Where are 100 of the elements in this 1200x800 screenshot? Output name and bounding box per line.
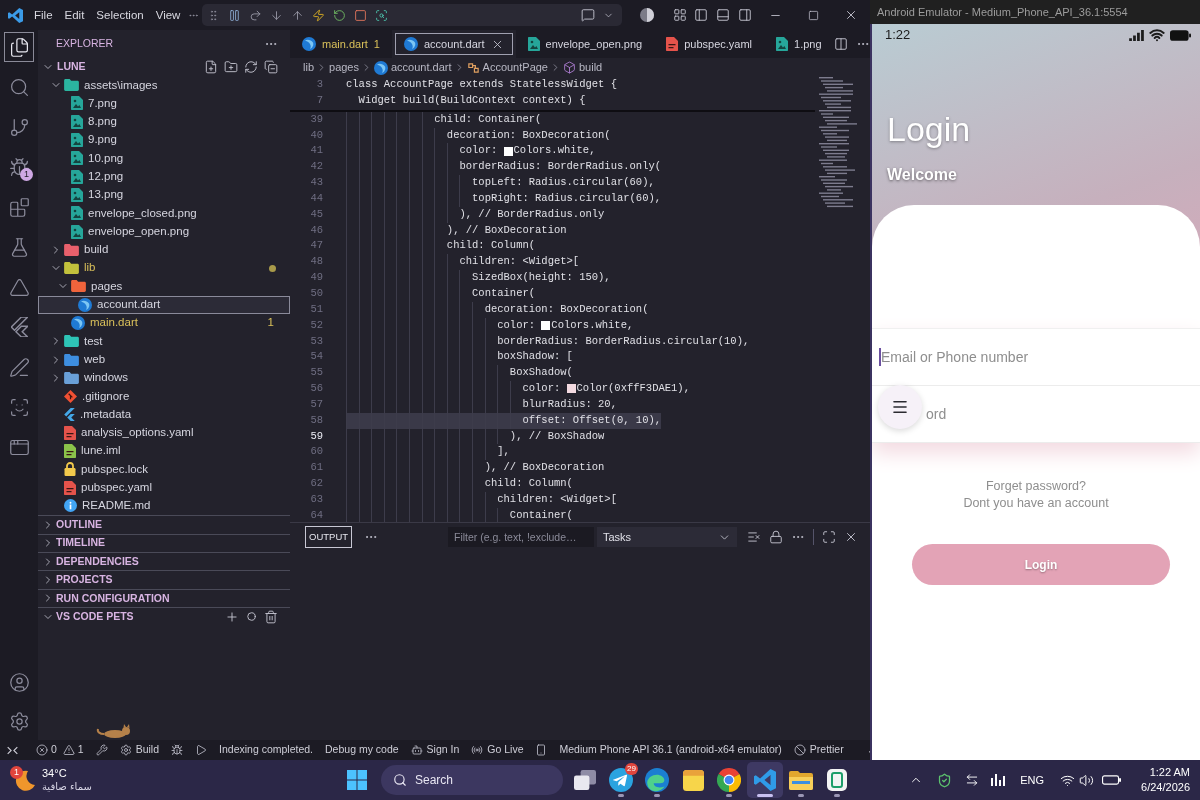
panel-tab[interactable]: OUTPUT: [305, 526, 353, 548]
section-header[interactable]: PROJECTS: [42, 572, 113, 588]
shield-icon[interactable]: [937, 772, 953, 788]
phone-icon[interactable]: [535, 744, 548, 756]
layout-grid-icon[interactable]: [673, 8, 688, 22]
tree-item[interactable]: 12.png: [38, 167, 290, 186]
breadcrumb-item[interactable]: pages: [329, 59, 359, 76]
tree-item[interactable]: main.dart 1: [38, 313, 290, 333]
panel-left-icon[interactable]: [694, 8, 709, 22]
redo-arrow-icon[interactable]: [249, 8, 263, 22]
panel-right-icon[interactable]: [738, 8, 753, 22]
half-circle-icon[interactable]: [640, 8, 655, 22]
workspace-toggle[interactable]: LUNE: [42, 59, 86, 75]
editor-tab[interactable]: pubspec.yaml: [654, 30, 765, 58]
maximize-icon[interactable]: [822, 530, 836, 544]
lightning-icon[interactable]: [312, 8, 326, 22]
battery-icon[interactable]: [1102, 775, 1122, 785]
folder-plus-icon[interactable]: [224, 60, 238, 74]
password-field[interactable]: ord: [872, 386, 1200, 442]
circle-icon[interactable]: [247, 612, 256, 622]
play-icon[interactable]: [195, 744, 208, 756]
menu-item[interactable]: Selection: [90, 5, 150, 25]
menu-item[interactable]: File: [28, 5, 59, 25]
tree-item[interactable]: web: [38, 350, 290, 369]
tree-item[interactable]: README.md: [38, 496, 290, 516]
trash-icon[interactable]: [264, 609, 278, 624]
scan-search-icon[interactable]: [375, 8, 389, 22]
activity-button[interactable]: [4, 32, 34, 62]
search-field[interactable]: Search: [381, 765, 563, 795]
tree-item[interactable]: pubspec.yaml: [38, 478, 290, 497]
tree-item[interactable]: build: [38, 240, 290, 259]
taskbar-app[interactable]: 29: [603, 762, 639, 798]
tree-item[interactable]: 7.png: [38, 94, 290, 113]
refresh-icon[interactable]: [244, 60, 258, 74]
go-live-button[interactable]: Go Live: [471, 742, 524, 758]
email-field[interactable]: Email or Phone number: [872, 329, 1200, 385]
bars-icon[interactable]: [991, 774, 1006, 786]
file-plus-icon[interactable]: [204, 60, 218, 74]
tree-item[interactable]: test: [38, 332, 290, 351]
section-header[interactable]: VS CODE PETS: [42, 608, 134, 625]
wrench-icon[interactable]: [95, 744, 108, 756]
build-button[interactable]: Build: [119, 742, 160, 758]
close-icon[interactable]: [844, 530, 858, 544]
arrows-icon[interactable]: [965, 773, 980, 787]
split-editor-icon[interactable]: [833, 37, 848, 51]
activity-button[interactable]: 1: [4, 152, 34, 182]
section-header[interactable]: TIMELINE: [42, 535, 105, 552]
tree-item[interactable]: envelope_open.png: [38, 222, 290, 241]
start-icon[interactable]: [347, 770, 367, 790]
bug-icon[interactable]: [171, 744, 184, 756]
editor-tab[interactable]: account.dart: [392, 30, 516, 58]
tree-item[interactable]: 13.png: [38, 185, 290, 205]
tree-item[interactable]: .metadata: [38, 405, 290, 424]
plus-icon[interactable]: [225, 609, 239, 624]
breadcrumb-item[interactable]: AccountPage: [466, 59, 548, 76]
restart-icon[interactable]: [333, 8, 347, 22]
sign-in-button[interactable]: Sign In: [410, 742, 460, 758]
device-button[interactable]: Medium Phone API 36.1 (android-x64 emulator): [559, 742, 782, 758]
stop-icon[interactable]: [354, 8, 368, 22]
breadcrumb-item[interactable]: account.dart: [374, 59, 452, 76]
taskbar-app[interactable]: [747, 762, 783, 798]
tree-item[interactable]: envelope_closed.png: [38, 204, 290, 223]
prettier-button[interactable]: Prettier: [793, 742, 844, 758]
tree-item[interactable]: analysis_options.yaml: [38, 423, 290, 442]
tree-item[interactable]: account.dart: [38, 295, 290, 314]
error-count[interactable]: 0: [51, 742, 57, 758]
arrow-up-icon[interactable]: [291, 8, 305, 22]
menu-item[interactable]: Edit: [58, 5, 91, 25]
collapse-icon[interactable]: [264, 60, 278, 74]
close-icon[interactable]: [844, 8, 858, 22]
tree-item[interactable]: 10.png: [38, 149, 290, 168]
editor-tab[interactable]: 1.png: [764, 30, 834, 58]
panel-bottom-icon[interactable]: [716, 8, 731, 22]
language-indicator[interactable]: ENG: [1020, 771, 1045, 789]
remote-icon[interactable]: [7, 744, 18, 756]
filter-field[interactable]: Filter (e.g. text, !exclude…: [448, 527, 594, 547]
tasks-dropdown[interactable]: Tasks: [597, 527, 737, 547]
tree-item[interactable]: windows: [38, 368, 290, 388]
speaker-icon[interactable]: [1079, 772, 1095, 788]
tree-item[interactable]: 9.png: [38, 130, 290, 150]
wifi-icon[interactable]: [1060, 772, 1076, 788]
section-header[interactable]: DEPENDENCIES: [42, 553, 139, 570]
arrow-down-icon[interactable]: [270, 8, 284, 22]
menu-item[interactable]: View: [149, 5, 187, 25]
clear-list-icon[interactable]: [747, 530, 761, 544]
tree-item[interactable]: pubspec.lock: [38, 460, 290, 479]
editor-tab[interactable]: main.dart 1: [290, 30, 392, 58]
user-icon[interactable]: [8, 672, 30, 693]
section-header[interactable]: RUN CONFIGURATION: [42, 590, 170, 607]
tree-item[interactable]: .gitignore: [38, 387, 290, 406]
editor-tab[interactable]: envelope_open.png: [515, 30, 655, 58]
section-header[interactable]: OUTLINE: [42, 516, 103, 533]
lock-icon[interactable]: [769, 530, 783, 544]
pause-icon[interactable]: [228, 8, 242, 22]
maximize-icon[interactable]: [807, 9, 819, 21]
settings-icon[interactable]: [8, 711, 30, 732]
tree-item[interactable]: lib: [38, 258, 290, 278]
tree-item[interactable]: pages: [38, 277, 290, 296]
debug-my-code-button[interactable]: Debug my code: [325, 742, 399, 758]
breadcrumb-item[interactable]: lib: [303, 59, 314, 76]
